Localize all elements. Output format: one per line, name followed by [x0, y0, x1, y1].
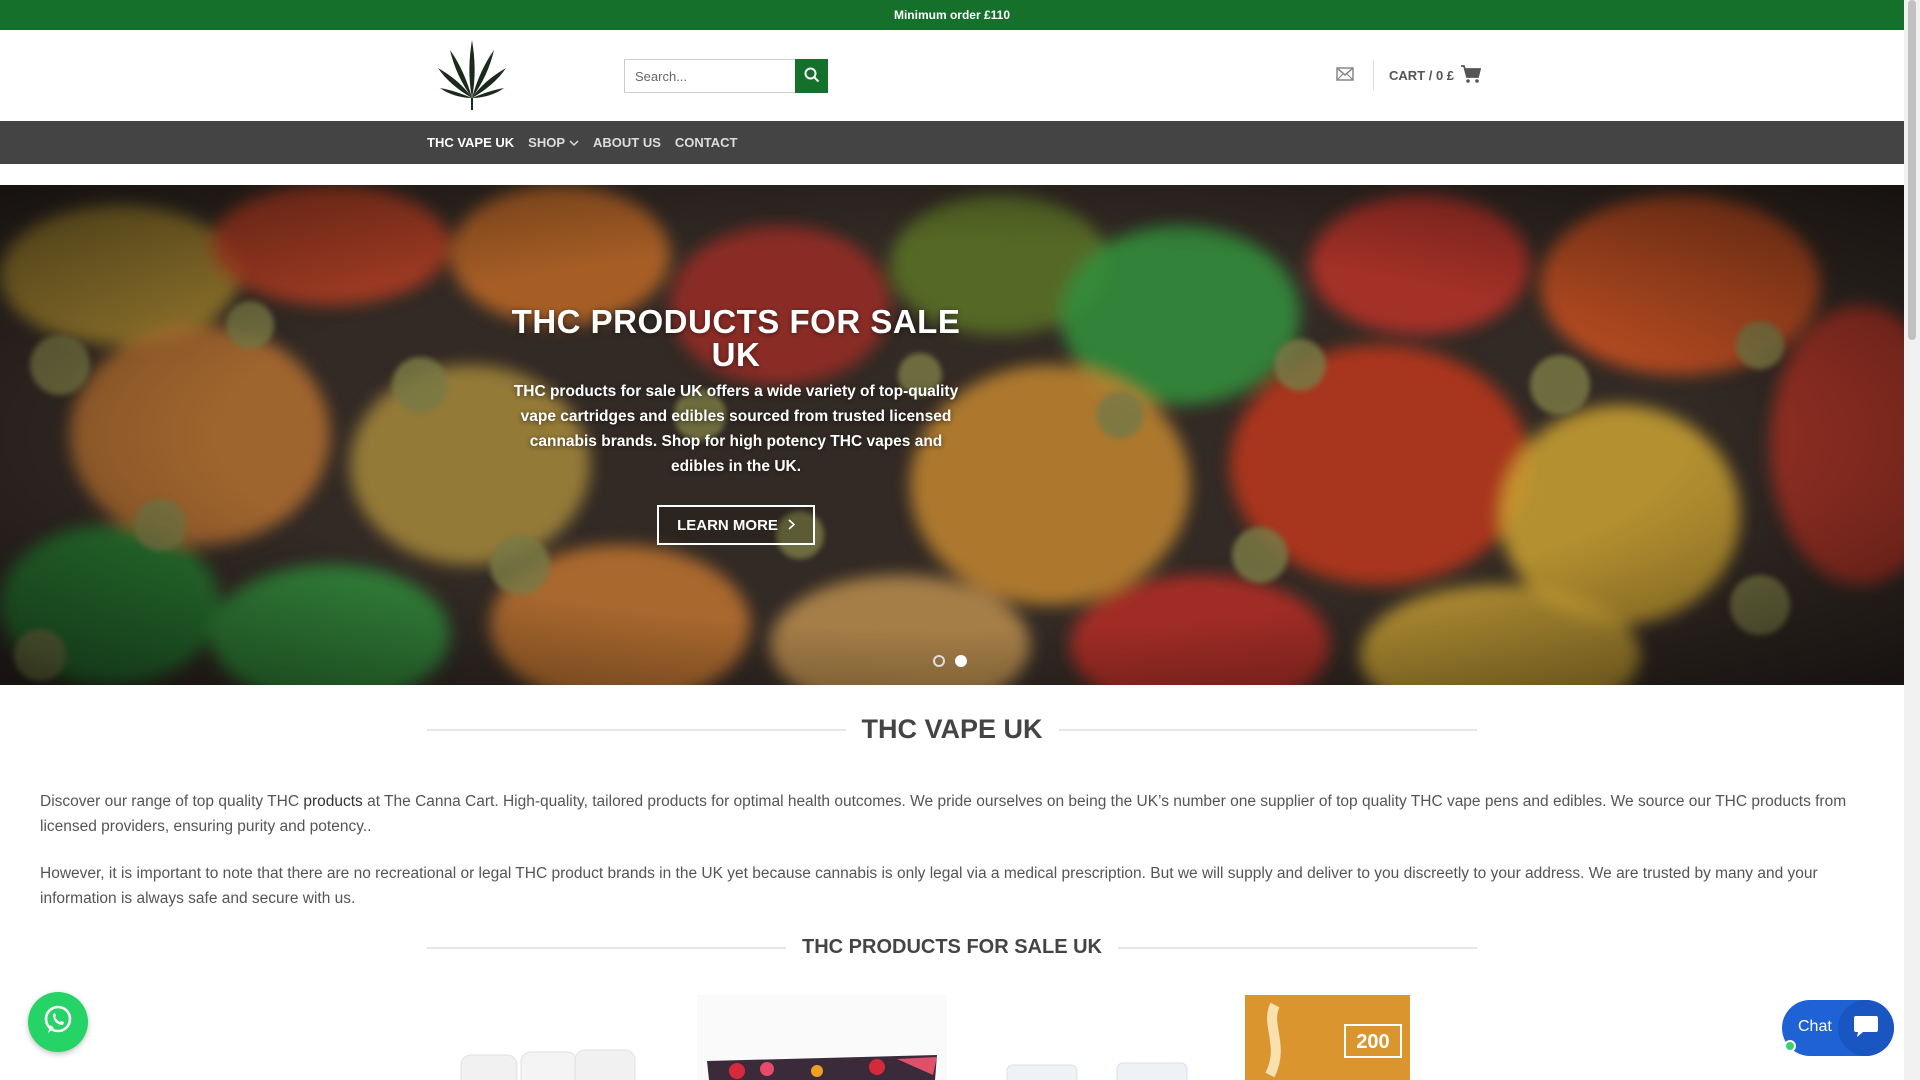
product-grid: 200	[427, 995, 1477, 1080]
nav-item-label: SHOP	[528, 135, 565, 150]
nav-item-about-us[interactable]: ABOUT US	[593, 135, 661, 150]
minimum-order-text: Minimum order £110	[893, 8, 1011, 22]
products-link[interactable]: products	[303, 793, 362, 810]
shopping-cart-icon	[1460, 64, 1482, 87]
product-image-containers[interactable]	[967, 995, 1207, 1080]
nav-item-label: CONTACT	[674, 135, 738, 150]
hero-title: THC PRODUCTS FOR SALE UK	[511, 303, 961, 373]
section-title: THC PRODUCTS FOR SALE UK	[802, 936, 1102, 958]
hero-slider: THC PRODUCTS FOR SALE UK THC products fo…	[0, 185, 1904, 685]
nav-item-label: ABOUT US	[593, 135, 661, 150]
scrollbar-thumb[interactable]	[1908, 0, 1916, 340]
product-image-200mg-gummies[interactable]: 200	[1245, 995, 1410, 1080]
chat-bubble-button[interactable]	[1838, 1000, 1894, 1056]
slider-dot-2[interactable]	[955, 655, 967, 667]
page-scrollbar[interactable]	[1904, 0, 1920, 1080]
live-chat-widget[interactable]: Chat	[1782, 1000, 1894, 1056]
promo-topbar: Minimum order £110	[0, 0, 1904, 30]
header-divider	[1373, 60, 1374, 90]
hero-description: THC products for sale UK offers a wide v…	[513, 383, 959, 475]
heading-divider-right	[1118, 946, 1477, 949]
chevron-down-icon	[569, 135, 579, 150]
chat-label: Chat	[1798, 1018, 1832, 1035]
cart-link[interactable]: CART / 0 £	[1389, 64, 1482, 86]
search-input[interactable]	[624, 59, 795, 93]
nav-item-label: THC VAPE UK	[427, 135, 515, 150]
learn-more-label: LEARN MORE	[677, 516, 778, 534]
nav-item-thc-vape-uk[interactable]: THC VAPE UK	[427, 135, 514, 150]
product-image-gummies-pack[interactable]	[697, 995, 947, 1080]
section-heading-thc-vape-uk: THC VAPE UK	[427, 714, 1478, 745]
nav-item-shop[interactable]: SHOP	[528, 135, 579, 150]
site-header: CART / 0 £	[0, 30, 1904, 121]
slider-dot-1[interactable]	[933, 655, 945, 667]
legal-notice-paragraph: However, it is important to note that th…	[40, 865, 1818, 907]
whatsapp-icon	[41, 1003, 75, 1042]
main-navigation: THC VAPE UK SHOP ABOUT US CONTACT	[0, 121, 1904, 164]
nav-item-contact[interactable]: CONTACT	[675, 135, 738, 150]
search-icon	[804, 67, 820, 86]
search-button[interactable]	[795, 59, 828, 93]
cart-label: CART / 0 £	[1389, 67, 1455, 83]
slider-dots	[933, 655, 967, 667]
whatsapp-chat-button[interactable]	[28, 992, 88, 1052]
search-form	[624, 59, 828, 93]
cannabis-leaf-logo[interactable]	[432, 36, 512, 116]
learn-more-button[interactable]: LEARN MORE	[657, 505, 815, 545]
section-heading-products: THC PRODUCTS FOR SALE UK	[427, 936, 1477, 959]
product-image-jars[interactable]	[437, 995, 677, 1080]
online-status-dot	[1784, 1040, 1796, 1052]
intro-text-start: Discover our range of top quality THC	[40, 793, 304, 810]
mail-icon[interactable]	[1336, 66, 1354, 82]
heading-divider-left	[427, 728, 846, 731]
intro-paragraph: Discover our range of top quality THC pr…	[40, 789, 1875, 839]
heading-divider-left	[427, 946, 786, 949]
product-badge: 200	[1356, 1031, 1389, 1053]
hero-text-block: THC PRODUCTS FOR SALE UK THC products fo…	[510, 305, 962, 479]
chevron-right-icon	[788, 517, 796, 534]
chat-bubble-icon	[1852, 1013, 1880, 1044]
heading-divider-right	[1058, 728, 1478, 731]
section-title: THC VAPE UK	[861, 714, 1043, 744]
